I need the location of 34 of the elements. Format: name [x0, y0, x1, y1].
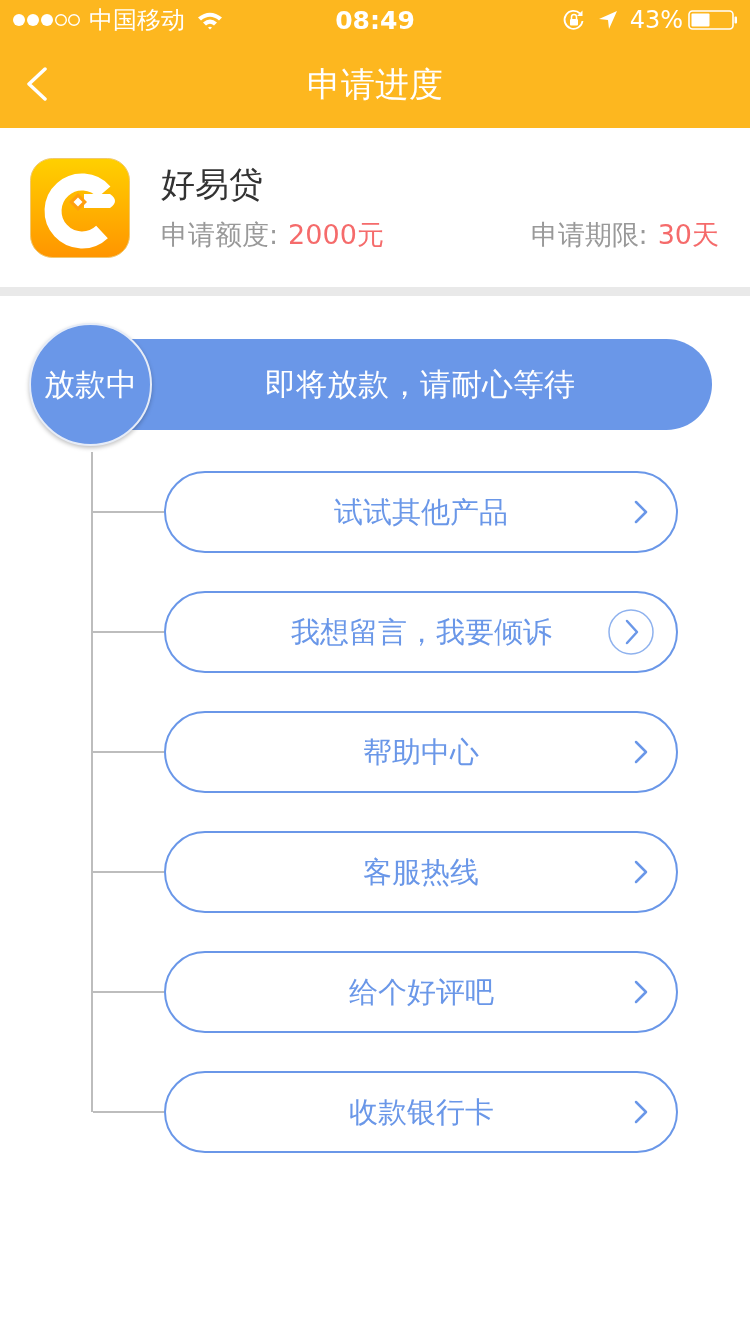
term-value: 30天: [657, 221, 719, 248]
battery-percent: 43%: [629, 8, 683, 32]
status-time: 08:49: [335, 7, 415, 33]
carrier-name: 中国移动: [89, 8, 185, 32]
rotation-lock-icon: [561, 8, 586, 32]
action-button[interactable]: 给个好评吧: [164, 951, 678, 1033]
chevron-right-icon: [634, 740, 648, 764]
tree-branch-line: [93, 631, 164, 633]
tree-branch-line: [93, 1111, 164, 1113]
action-button[interactable]: 试试其他产品: [164, 471, 678, 553]
action-button[interactable]: 帮助中心: [164, 711, 678, 793]
chevron-right-icon: [634, 860, 648, 884]
tree-branch-line: [93, 511, 164, 513]
action-button[interactable]: 客服热线: [164, 831, 678, 913]
tree-branch-line: [93, 751, 164, 753]
page-title: 申请进度: [307, 67, 443, 101]
tree-branch-line: [93, 871, 164, 873]
circled-chevron-icon: [608, 609, 654, 655]
tree-branch-line: [93, 991, 164, 993]
app-logo-icon: [30, 157, 130, 258]
amount-value: 2000元: [288, 221, 384, 248]
battery-icon: [688, 10, 738, 30]
chevron-right-icon: [634, 1100, 648, 1124]
product-name: 好易贷: [161, 167, 264, 201]
chevron-right-icon: [634, 980, 648, 1004]
chevron-right-icon: [634, 500, 648, 524]
back-chevron-icon: [26, 67, 48, 101]
action-button[interactable]: 收款银行卡: [164, 1071, 678, 1153]
signal-strength-icon: [12, 13, 80, 27]
wifi-icon: [197, 10, 223, 30]
location-arrow-icon: [597, 10, 618, 30]
term-label: 申请期限:: [530, 221, 648, 248]
action-button[interactable]: 我想留言，我要倾诉: [164, 591, 678, 673]
amount-label: 申请额度:: [161, 221, 279, 248]
